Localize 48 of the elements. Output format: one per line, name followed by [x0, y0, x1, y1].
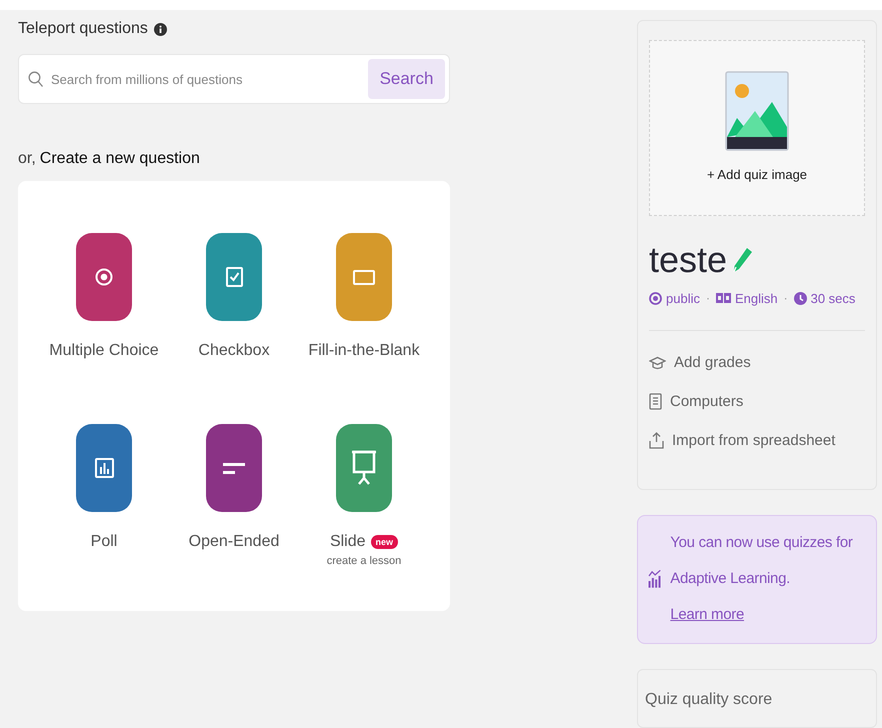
- question-type-tile[interactable]: [336, 424, 392, 512]
- question-type-tile[interactable]: [76, 233, 132, 321]
- search-field[interactable]: Search from millions of questions Search: [18, 54, 450, 104]
- checkbox-icon: [226, 267, 242, 287]
- promo-text: You can now use quizzes for Adaptive Learning. Learn more: [670, 533, 854, 626]
- presentation-icon: [351, 450, 377, 486]
- translate-icon: [716, 293, 731, 303]
- prefix-text: or,: [18, 150, 36, 168]
- separator-dot: ·: [784, 291, 788, 305]
- learn-more-link[interactable]: Learn more: [670, 606, 744, 624]
- eye-icon: [649, 292, 662, 304]
- search-button[interactable]: Search: [368, 59, 445, 99]
- quiz-meta-text[interactable]: public: [666, 290, 700, 306]
- question-type-tile[interactable]: [76, 424, 132, 512]
- quiz-image-dropzone[interactable]: + Add quiz image: [649, 40, 865, 216]
- book-icon: [649, 393, 662, 410]
- question-type-label: Fill-in-the-Blank: [308, 342, 420, 360]
- question-type-label: Checkbox: [198, 342, 270, 360]
- question-type-tile[interactable]: [336, 233, 392, 321]
- radio-icon: [95, 268, 113, 286]
- question-type-label: Slide: [330, 533, 366, 551]
- quiz-meta-text[interactable]: 30 secs: [810, 290, 856, 306]
- quiz-title: teste: [649, 239, 728, 281]
- add-image-label: + Add quiz image: [706, 167, 808, 182]
- question-type-label: Multiple Choice: [49, 342, 159, 360]
- question-type-label: Open-Ended: [188, 533, 280, 551]
- quiz-detail-link[interactable]: Computers: [670, 393, 744, 410]
- quality-score-title: Quiz quality score: [645, 690, 772, 708]
- section-title: Create a new question: [40, 150, 200, 168]
- section-title: Teleport questions: [18, 20, 148, 38]
- new-badge: new: [370, 535, 398, 549]
- separator-dot: ·: [706, 291, 710, 305]
- question-type-tile[interactable]: [206, 424, 262, 512]
- text-lines-icon: [223, 462, 245, 474]
- bar-chart-icon: [94, 458, 114, 478]
- quiz-detail-link[interactable]: Import from spreadsheet: [672, 432, 836, 449]
- question-type-sublabel: create a lesson: [326, 555, 402, 567]
- question-type-tile[interactable]: [206, 233, 262, 321]
- info-icon[interactable]: [154, 22, 167, 36]
- blank-field-icon: [353, 270, 375, 284]
- question-type-label: Poll: [90, 533, 118, 551]
- quiz-detail-link[interactable]: Add grades: [674, 354, 751, 371]
- graduation-cap-icon: [649, 356, 666, 370]
- quiz-meta-text[interactable]: English: [734, 290, 778, 306]
- image-icon: [725, 71, 789, 151]
- clock-icon: [794, 292, 807, 304]
- search-icon: [28, 70, 44, 88]
- upload-icon: [649, 432, 664, 449]
